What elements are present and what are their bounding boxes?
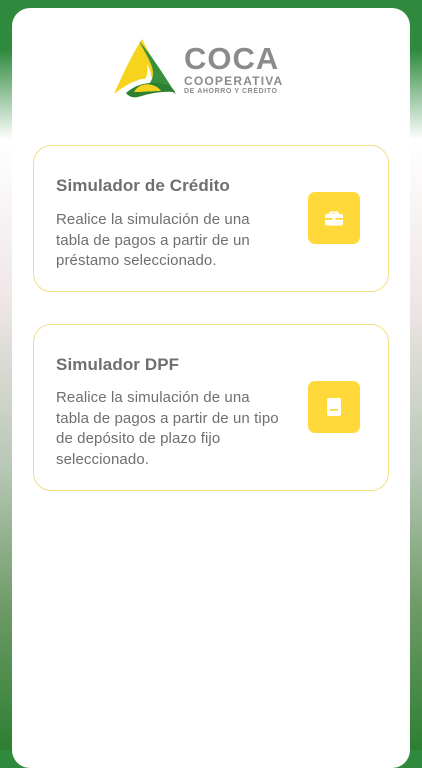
document-icon-button[interactable]: [308, 381, 360, 433]
briefcase-icon-button[interactable]: [308, 192, 360, 244]
document-icon: [327, 398, 341, 416]
credit-simulator-title: Simulador de Crédito: [56, 176, 230, 195]
logo-brand: COCA: [184, 41, 280, 76]
dpf-simulator-description: Realice la simulación de una tabla de pa…: [56, 389, 279, 468]
briefcase-icon: [325, 211, 343, 226]
credit-simulator-description: Realice la simulación de una tabla de pa…: [56, 211, 250, 269]
logo-line-1: COOPERATIVA: [184, 74, 284, 88]
dpf-simulator-title: Simulador DPF: [56, 355, 180, 374]
logo-text: COCA COOPERATIVA DE AHORRO Y CRÉDITO: [184, 43, 283, 95]
dpf-simulator-card[interactable]: Simulador DPF Realice la simulación de u…: [33, 324, 389, 491]
logo-line-2: DE AHORRO Y CRÉDITO: [184, 88, 278, 95]
coca-logo: COCA COOPERATIVA DE AHORRO Y CRÉDITO: [114, 36, 304, 100]
coca-logo-icon: [114, 36, 178, 100]
credit-simulator-card[interactable]: Simulador de Crédito Realice la simulaci…: [33, 145, 389, 292]
